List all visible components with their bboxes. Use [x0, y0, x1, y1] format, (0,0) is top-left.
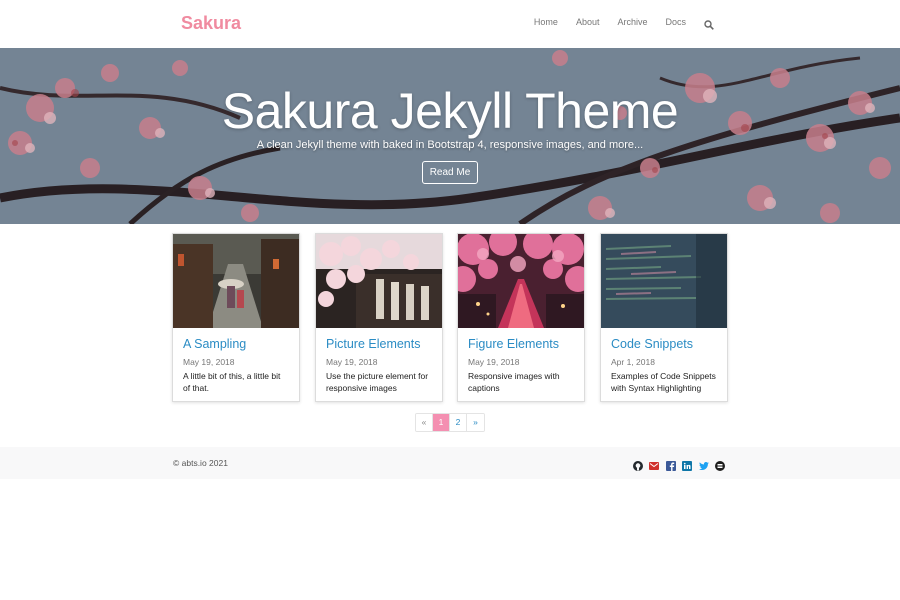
post-thumbnail[interactable] — [316, 234, 442, 328]
post-card-code-snippets[interactable]: Code Snippets Apr 1, 2018 Examples of Co… — [600, 233, 728, 402]
post-date: May 19, 2018 — [183, 357, 235, 367]
post-description: Examples of Code Snippets with Syntax Hi… — [611, 371, 716, 393]
pagination-page-1[interactable]: 1 — [433, 414, 450, 431]
twitter-icon[interactable] — [698, 458, 709, 470]
post-date: Apr 1, 2018 — [611, 357, 655, 367]
hero-banner: Sakura Jekyll Theme A clean Jekyll theme… — [0, 48, 900, 224]
post-thumbnail[interactable] — [458, 234, 584, 328]
post-title[interactable]: Figure Elements — [468, 337, 574, 352]
post-card-a-sampling[interactable]: A Sampling May 19, 2018 A little bit of … — [172, 233, 300, 402]
stackexchange-icon[interactable] — [714, 458, 725, 471]
email-icon[interactable] — [649, 458, 660, 470]
nav-link-archive[interactable]: Archive — [617, 17, 647, 27]
hero-subtitle: A clean Jekyll theme with baked in Boots… — [256, 139, 644, 151]
facebook-icon[interactable] — [665, 458, 676, 471]
copyright-text: © abts.io 2021 — [173, 458, 228, 468]
pagination: « 1 2 » — [415, 413, 485, 432]
pagination-page-2[interactable]: 2 — [450, 414, 467, 431]
post-card-picture-elements[interactable]: Picture Elements May 19, 2018 Use the pi… — [315, 233, 443, 402]
post-card-figure-elements[interactable]: Figure Elements May 19, 2018 Responsive … — [457, 233, 585, 402]
pagination-prev[interactable]: « — [416, 414, 433, 431]
social-links — [633, 458, 731, 471]
pagination-next[interactable]: » — [467, 414, 484, 431]
nav-links: Home About Archive Docs — [516, 17, 714, 30]
search-icon[interactable] — [704, 17, 714, 30]
post-title[interactable]: Code Snippets — [611, 337, 717, 352]
post-date: May 19, 2018 — [468, 357, 520, 367]
read-me-button[interactable]: Read Me — [422, 161, 478, 184]
post-title[interactable]: A Sampling — [183, 337, 289, 352]
post-title[interactable]: Picture Elements — [326, 337, 432, 352]
github-icon[interactable] — [633, 458, 643, 471]
nav-link-docs[interactable]: Docs — [665, 17, 686, 27]
linkedin-icon[interactable] — [682, 458, 693, 471]
nav-link-about[interactable]: About — [576, 17, 600, 27]
post-description: Responsive images with captions — [468, 371, 560, 393]
hero-title: Sakura Jekyll Theme — [221, 83, 679, 139]
footer: © abts.io 2021 — [0, 447, 900, 479]
post-date: May 19, 2018 — [326, 357, 378, 367]
brand-logo[interactable]: Sakura — [181, 13, 241, 34]
nav-link-home[interactable]: Home — [534, 17, 558, 27]
post-thumbnail[interactable] — [601, 234, 727, 328]
post-description: Use the picture element for responsive i… — [326, 371, 429, 393]
post-description: A little bit of this, a little bit of th… — [183, 371, 281, 393]
navbar: Sakura Home About Archive Docs — [0, 0, 900, 48]
post-thumbnail[interactable] — [173, 234, 299, 328]
